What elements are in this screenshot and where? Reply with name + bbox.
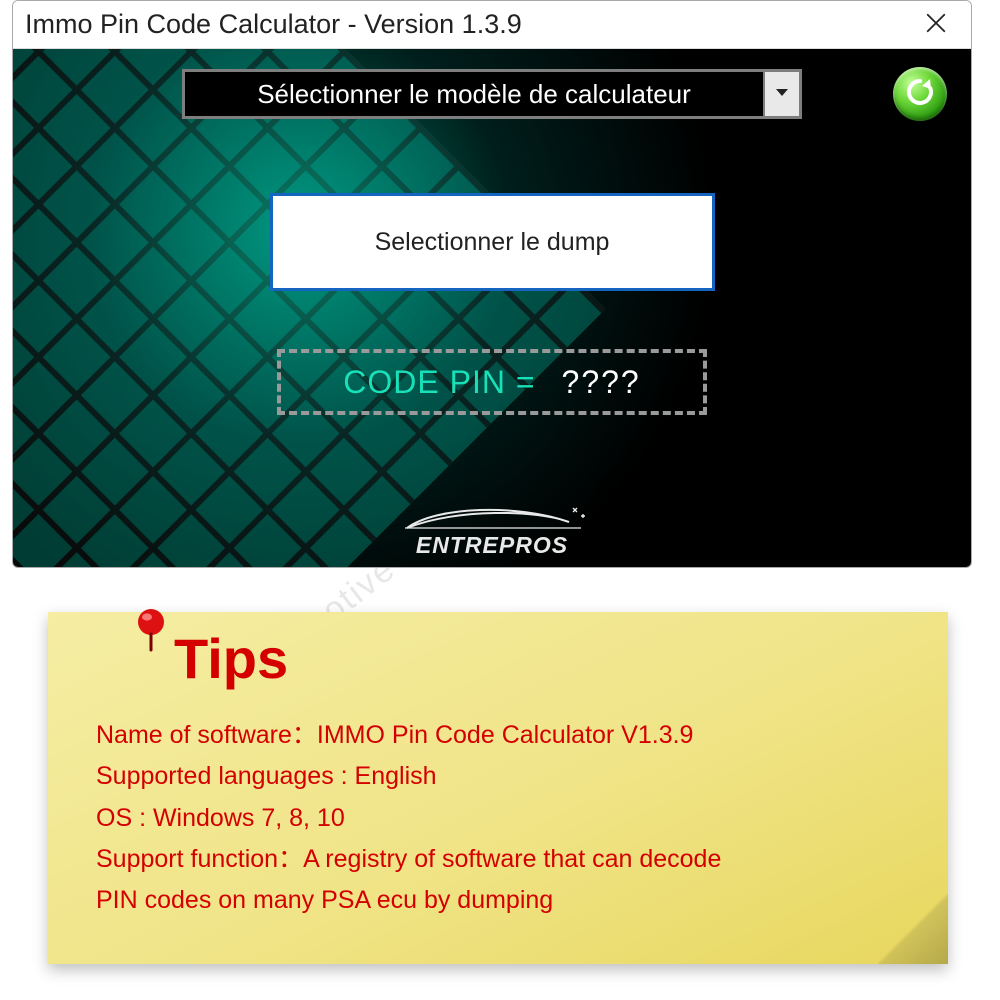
- chevron-down-icon: [775, 85, 789, 103]
- background-grid-decoration: [13, 49, 606, 567]
- pin-code-output: CODE PIN = ????: [277, 349, 707, 415]
- brand-text: ENTREPROS: [342, 532, 642, 559]
- top-controls-row: Sélectionner le modèle de calculateur: [13, 65, 971, 123]
- tips-line: Support function：A registry of software …: [96, 839, 918, 880]
- tips-line: Supported languages : English: [96, 756, 918, 797]
- pin-code-label: CODE PIN =: [343, 364, 535, 401]
- pin-code-value: ????: [562, 364, 641, 401]
- tips-line: OS : Windows 7, 8, 10: [96, 798, 918, 839]
- tips-note: Tips Name of software：IMMO Pin Code Calc…: [48, 612, 948, 964]
- titlebar: Immo Pin Code Calculator - Version 1.3.9: [13, 1, 971, 49]
- tips-line: PIN codes on many PSA ecu by dumping: [96, 880, 918, 921]
- model-select[interactable]: Sélectionner le modèle de calculateur: [182, 69, 802, 119]
- tips-body: Name of software：IMMO Pin Code Calculato…: [96, 715, 918, 921]
- model-select-placeholder: Sélectionner le modèle de calculateur: [185, 72, 763, 116]
- tips-line: Name of software：IMMO Pin Code Calculato…: [96, 715, 918, 756]
- pushpin-icon: [128, 606, 174, 652]
- refresh-button[interactable]: [893, 67, 947, 121]
- refresh-icon: [904, 76, 936, 113]
- app-body: Sélectionner le modèle de calculateur Se…: [13, 49, 971, 567]
- select-dump-button[interactable]: Selectionner le dump: [270, 193, 715, 291]
- close-icon: [925, 11, 947, 39]
- window-title: Immo Pin Code Calculator - Version 1.3.9: [25, 9, 522, 40]
- select-dump-label: Selectionner le dump: [375, 228, 610, 257]
- tips-title: Tips: [174, 626, 918, 691]
- model-select-dropdown-button[interactable]: [763, 72, 799, 116]
- brand-logo: ENTREPROS: [342, 502, 642, 559]
- car-outline-icon: [342, 502, 642, 536]
- app-window: Immo Pin Code Calculator - Version 1.3.9…: [12, 0, 972, 568]
- close-button[interactable]: [915, 4, 957, 46]
